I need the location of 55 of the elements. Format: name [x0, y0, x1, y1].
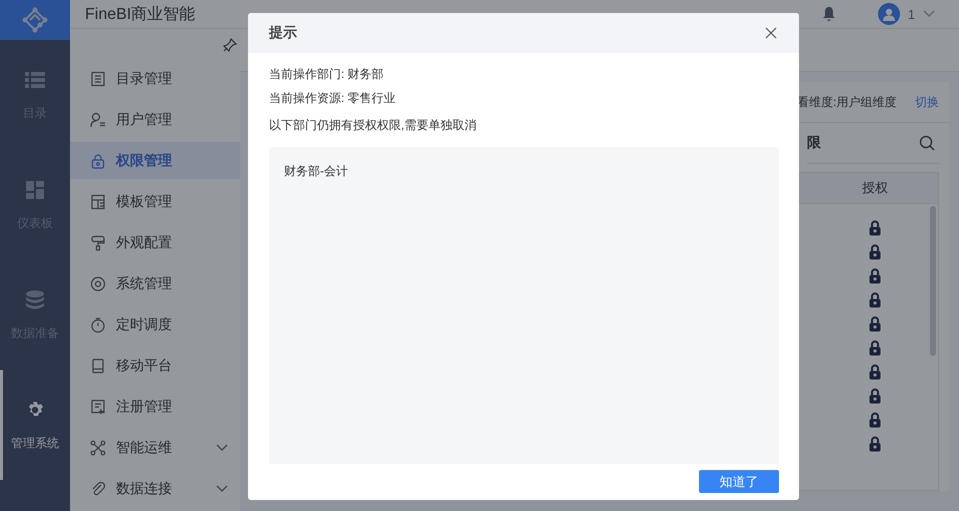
switch-link[interactable]: 切换	[915, 94, 939, 110]
user-name[interactable]: 1	[908, 6, 915, 22]
dashboard-icon	[24, 178, 46, 200]
network-icon	[90, 440, 106, 456]
department-item: 财务部-会计	[284, 163, 349, 180]
lock-icon[interactable]	[869, 364, 881, 380]
close-icon[interactable]	[765, 27, 777, 39]
menu-item[interactable]: 数据连接	[70, 470, 240, 507]
lock-icon[interactable]	[869, 412, 881, 428]
list-icon	[90, 70, 106, 86]
timer-icon	[90, 316, 106, 332]
lock-icon[interactable]	[869, 316, 881, 332]
menu-item[interactable]: 模板管理	[70, 183, 240, 220]
lock-icon[interactable]	[869, 292, 881, 308]
search-icon[interactable]	[919, 135, 935, 151]
gear-icon	[90, 276, 106, 292]
info-text: 当前操作部门: 财务部	[269, 67, 385, 83]
menu-item[interactable]: 定时调度	[70, 306, 240, 343]
lock-icon	[90, 152, 106, 168]
paperclip-icon	[90, 480, 106, 496]
lock-icon[interactable]	[869, 268, 881, 284]
menu-item[interactable]: 用户管理	[70, 101, 240, 138]
section-title: 限	[807, 134, 821, 152]
lock-icon[interactable]	[869, 244, 881, 260]
menu-item[interactable]: 权限管理	[70, 142, 240, 179]
lock-icon[interactable]	[869, 340, 881, 356]
menu-item[interactable]: 智能运维	[70, 429, 240, 466]
user-icon	[90, 112, 106, 128]
logo-icon	[0, 0, 70, 40]
chevron-down-icon	[216, 444, 228, 452]
register-icon	[90, 398, 106, 414]
column-header: 授权	[862, 179, 888, 197]
info-text: 当前操作资源: 零售行业	[269, 91, 397, 107]
chevron-down-icon	[216, 484, 228, 492]
bell-icon[interactable]	[822, 6, 836, 22]
menu-item[interactable]: 目录管理	[70, 60, 240, 97]
rail-tab[interactable]: 管理系统	[0, 370, 70, 480]
ok-button[interactable]: 知道了	[699, 470, 779, 493]
menu-item[interactable]: 系统管理	[70, 265, 240, 302]
template-icon	[90, 194, 106, 210]
paint-roller-icon	[90, 234, 106, 250]
menu-item[interactable]: 外观配置	[70, 224, 240, 261]
menu-item[interactable]: 移动平台	[70, 347, 240, 384]
lock-icon[interactable]	[869, 388, 881, 404]
notice-text: 以下部门仍拥有授权权限,需要单独取消	[269, 117, 478, 134]
database-icon	[24, 288, 46, 310]
avatar-icon[interactable]	[878, 3, 900, 25]
app-title: FineBI商业智能	[85, 4, 196, 24]
scrollbar[interactable]	[930, 206, 936, 356]
lock-icon[interactable]	[869, 436, 881, 452]
pin-icon[interactable]	[223, 38, 237, 52]
dialog-title: 提示	[269, 24, 297, 42]
lock-icon[interactable]	[869, 220, 881, 236]
phone-icon	[90, 358, 106, 374]
menu-item[interactable]: 注册管理	[70, 388, 240, 425]
